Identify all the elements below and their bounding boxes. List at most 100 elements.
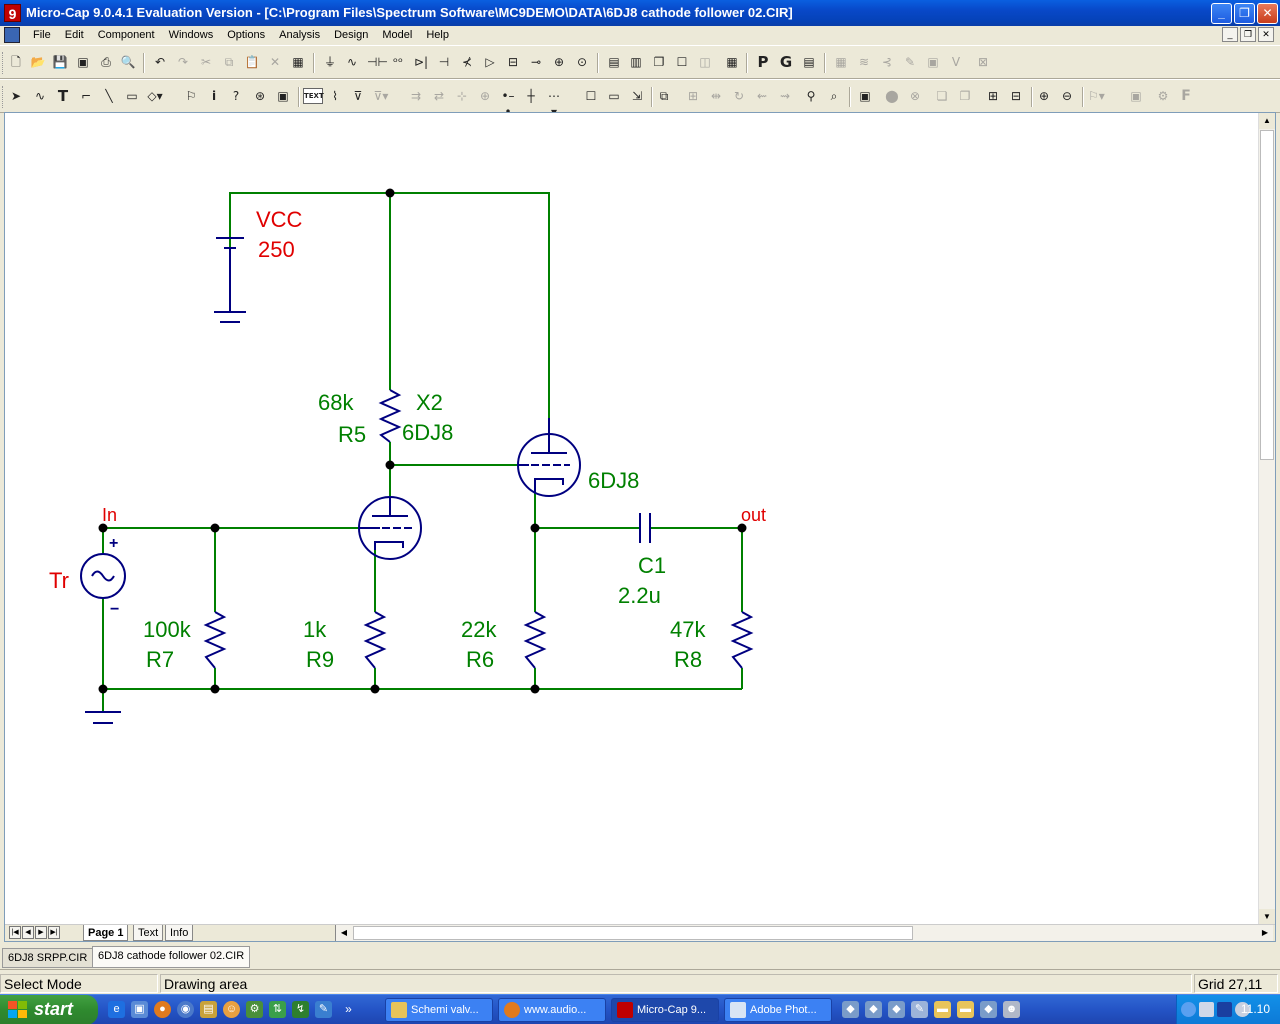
horizontal-scroll-thumb[interactable] (353, 926, 913, 940)
task-schemi-valv[interactable]: Schemi valv... (385, 998, 493, 1022)
new-file-icon[interactable]: 🗋 (8, 54, 24, 70)
app-icon[interactable]: 9 (4, 4, 21, 22)
menu-edit[interactable]: Edit (58, 28, 91, 42)
node-numbers-icon[interactable]: ⌇ (327, 88, 343, 104)
zoom-out-icon[interactable]: ⊖ (1059, 88, 1075, 104)
find-component-icon[interactable]: ⚲ (803, 88, 819, 104)
tray-network-icon[interactable] (1199, 1002, 1214, 1017)
tray-folder-2-icon[interactable]: ▬ (957, 1001, 974, 1018)
capacitor-c1[interactable] (639, 513, 651, 543)
document-icon[interactable] (4, 27, 20, 43)
resistor-r7[interactable] (203, 611, 227, 669)
title-icon[interactable]: ▭ (606, 88, 622, 104)
cancel-icon[interactable]: ⊗ (907, 88, 923, 104)
cut-icon[interactable]: ✂ (198, 54, 214, 70)
waveform-icon[interactable]: ≋ (856, 54, 872, 70)
sync-icon[interactable]: ↯ (292, 1001, 309, 1018)
scroll-right-arrow-icon[interactable]: ▶ (1257, 925, 1273, 941)
tray-app-2-icon[interactable]: ◆ (865, 1001, 882, 1018)
scroll-up-arrow-icon[interactable]: ▲ (1259, 113, 1275, 129)
graphics-icon[interactable]: ▭ (124, 88, 140, 104)
messenger-icon[interactable]: ☺ (223, 1001, 240, 1018)
scroll-down-arrow-icon[interactable]: ▼ (1259, 909, 1275, 925)
quicklaunch-more-icon[interactable]: » (340, 1001, 357, 1018)
schematic-to-text-icon[interactable]: ▣ (857, 88, 873, 104)
help-icon[interactable]: ? (228, 88, 244, 104)
doc-minimize-button[interactable]: _ (1222, 27, 1238, 42)
current-source-icon[interactable]: ⊙ (574, 54, 590, 70)
folder-app-icon[interactable]: ▤ (200, 1001, 217, 1018)
redo-icon[interactable]: ↷ (175, 54, 191, 70)
first-page-icon[interactable]: |◀ (9, 926, 21, 939)
resistor-r6[interactable] (523, 611, 547, 669)
doc-tab-cathode-follower[interactable]: 6DJ8 cathode follower 02.CIR (92, 946, 251, 968)
prev-page-icon[interactable]: ◀ (22, 926, 34, 939)
shapes-dropdown-icon[interactable]: ◇▾ (147, 88, 163, 104)
tube-6dj8-follower[interactable] (517, 418, 581, 497)
resistor-r5[interactable] (378, 389, 402, 443)
doc-restore-button[interactable]: ❐ (1240, 27, 1256, 42)
switch-icon[interactable]: ⊸ (528, 54, 544, 70)
print-icon[interactable]: ⎙ (98, 54, 114, 70)
print-preview-icon[interactable]: 🔍 (120, 54, 136, 70)
npn-icon[interactable]: ⊀ (459, 54, 475, 70)
last-page-icon[interactable]: ▶| (48, 926, 60, 939)
media-icon[interactable]: ◉ (177, 1001, 194, 1018)
cascade-icon[interactable]: ❐ (651, 54, 667, 70)
undo-icon[interactable]: ↶ (152, 54, 168, 70)
resistor-icon[interactable]: ∿ (344, 54, 360, 70)
ie-icon[interactable]: e (108, 1001, 125, 1018)
font-icon[interactable]: F (1178, 88, 1194, 104)
menu-analysis[interactable]: Analysis (272, 28, 327, 42)
tab-page-1[interactable]: Page 1 (83, 925, 129, 941)
split-window-icon[interactable]: ◫ (697, 54, 713, 70)
properties-icon[interactable]: ⧉ (656, 88, 672, 104)
menu-model[interactable]: Model (375, 28, 419, 42)
opamp-icon[interactable]: ▷ (482, 54, 498, 70)
probe-icon[interactable]: ⊰ (879, 54, 895, 70)
desktop-icon[interactable]: ▣ (131, 1001, 148, 1018)
point-to-end-icon[interactable]: ⊛ (252, 88, 268, 104)
find-icon[interactable]: ⇲ (629, 88, 645, 104)
maximize-button[interactable]: ❐ (1234, 3, 1255, 24)
delete-icon[interactable]: ✕ (267, 54, 283, 70)
select-all-icon[interactable]: ▦ (290, 54, 306, 70)
horizontal-scrollbar[interactable]: ◀ ▶ (335, 925, 1273, 941)
binoculars-icon[interactable]: ⌕ (826, 88, 842, 104)
tool-icon[interactable]: ⚙ (246, 1001, 263, 1018)
menu-windows[interactable]: Windows (162, 28, 221, 42)
vertical-scrollbar[interactable]: ▲ ▼ (1258, 113, 1275, 925)
tube-x2[interactable] (358, 496, 422, 560)
pin-connections-icon[interactable]: ⊹ (454, 88, 470, 104)
ground-icon[interactable]: ⏚ (322, 54, 338, 70)
cross-hair-icon[interactable]: ┼ (523, 88, 539, 104)
save-icon[interactable]: 💾 (52, 54, 68, 70)
minimize-button[interactable]: _ (1211, 3, 1232, 24)
doc-close-button[interactable]: ✕ (1258, 27, 1274, 42)
grid-icon[interactable]: ▦ (833, 54, 849, 70)
flag-icon[interactable]: ⚐ (183, 88, 199, 104)
paste-icon[interactable]: 📋 (244, 54, 260, 70)
condition-icon[interactable]: ⇄ (431, 88, 447, 104)
tray-app-1-icon[interactable]: ◆ (842, 1001, 859, 1018)
node-voltages-icon[interactable]: ⊽ (350, 88, 366, 104)
network-icon[interactable]: ⇅ (269, 1001, 286, 1018)
bill-of-materials-icon[interactable]: ▣ (1128, 88, 1144, 104)
drawing-area[interactable]: VCC 250 Tr In out + − 68k R5 X2 6DJ8 6DJ… (4, 112, 1276, 942)
menu-help[interactable]: Help (419, 28, 456, 42)
pin-markers-icon[interactable]: •–• (500, 88, 516, 119)
dot-grid-icon[interactable]: ⋯▾ (546, 88, 562, 119)
tray-user-icon[interactable]: ☻ (1003, 1001, 1020, 1018)
grid-g-icon[interactable]: G (778, 54, 794, 70)
image-icon[interactable]: ▣ (925, 54, 941, 70)
power-icon[interactable]: ⇉ (408, 88, 424, 104)
tray-folder-1-icon[interactable]: ▬ (934, 1001, 951, 1018)
step-icon[interactable]: ⊞ (685, 88, 701, 104)
tray-expand-icon[interactable] (1181, 1002, 1196, 1017)
calculator-icon[interactable]: ▦ (724, 54, 740, 70)
component-mode-icon[interactable]: ∿ (32, 88, 48, 104)
capacitor-icon[interactable]: ⊣⊢ (367, 54, 388, 70)
properties-p-icon[interactable]: P (755, 54, 771, 70)
source-icon[interactable]: ⊕ (551, 54, 567, 70)
info-icon[interactable]: i (206, 88, 222, 104)
